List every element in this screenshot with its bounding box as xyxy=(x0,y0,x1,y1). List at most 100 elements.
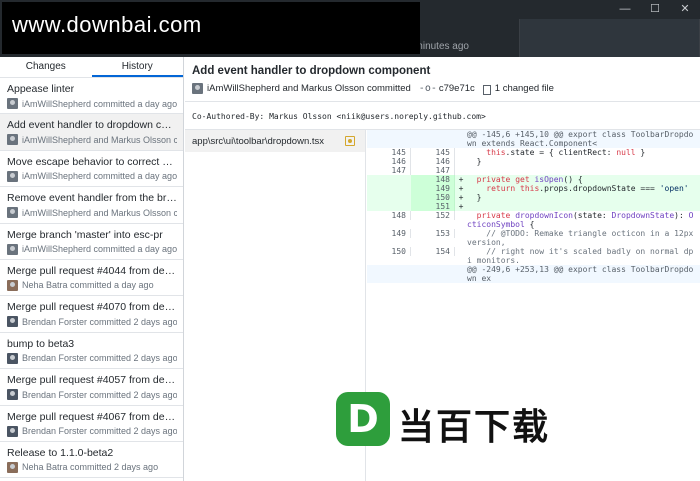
commit-meta: iAmWillShepherd committed a day ago xyxy=(7,243,177,255)
commit-author: Neha Batra committed 2 days ago xyxy=(22,462,159,473)
commit-meta: Neha Batra committed a day ago xyxy=(7,279,177,291)
commit-sha[interactable]: c79e71c xyxy=(439,83,475,94)
new-line-number: 146 xyxy=(411,157,455,166)
commit-author: Brendan Forster committed 2 days ago xyxy=(22,426,177,437)
diff-line[interactable]: 145 145 this.state = { clientRect: null } xyxy=(367,148,700,157)
diff-code: // @TODO: Remake triangle octicon in a 1… xyxy=(467,229,699,247)
window-controls: — ☐ ✕ xyxy=(610,0,700,19)
avatar xyxy=(7,243,18,255)
commit-meta: Neha Batra committed 2 days ago xyxy=(7,461,177,473)
close-button[interactable]: ✕ xyxy=(670,0,700,19)
diff-marker: + xyxy=(458,175,464,184)
commit-meta: Brendan Forster committed 2 days ago xyxy=(7,389,177,401)
commit-meta: iAmWillShepherd and Markus Olsson commit… xyxy=(192,83,554,95)
avatar xyxy=(7,316,18,328)
maximize-button[interactable]: ☐ xyxy=(640,0,670,19)
diff-line[interactable]: 146 146 } xyxy=(367,157,700,166)
diff-line[interactable]: 148 + private get isOpen() { xyxy=(367,175,700,184)
commit-list-item[interactable]: Merge pull request #4067 from desktop/..… xyxy=(0,406,183,442)
commit-title: Merge branch 'master' into esc-pr xyxy=(7,228,163,241)
diff-marker: + xyxy=(458,193,464,202)
commit-description: Co-Authored-By: Markus Olsson <niik@user… xyxy=(192,112,486,121)
avatar xyxy=(192,83,203,94)
old-line-number: 150 xyxy=(367,247,411,256)
changed-files-count: 1 changed file xyxy=(494,83,554,94)
diff-line[interactable]: 147 147 xyxy=(367,166,700,175)
diff-hunk-header[interactable]: @@ -145,6 +145,10 @@ export class Toolba… xyxy=(367,130,700,148)
commit-list-item[interactable]: Merge pull request #4044 from desktop/..… xyxy=(0,260,183,297)
new-line-number: 147 xyxy=(411,166,455,175)
commit-title: Add event handler to dropdown compon... xyxy=(7,119,177,132)
avatar xyxy=(7,389,18,401)
fetch-origin-section[interactable] xyxy=(520,19,700,57)
old-line-number: 145 xyxy=(367,148,411,157)
commit-title: Merge pull request #4067 from desktop/..… xyxy=(7,410,177,423)
commit-author: iAmWillShepherd and Markus Olsson commit… xyxy=(22,134,177,145)
diff-hunk-header[interactable]: @@ -249,6 +253,13 @@ export class Toolba… xyxy=(367,265,700,283)
commit-list-item[interactable]: Move escape behavior to correct compo...… xyxy=(0,151,183,188)
diff-marker: + xyxy=(458,184,464,193)
commit-list-item[interactable]: Merge pull request #4070 from desktop/..… xyxy=(0,296,183,333)
commit-author: iAmWillShepherd committed a day ago xyxy=(22,244,177,255)
app-toolbar: 2 minutes ago — ☐ ✕ www.downbai.com xyxy=(0,0,700,57)
diff-line[interactable]: 150 + } xyxy=(367,193,700,202)
commit-authors: iAmWillShepherd and Markus Olsson commit… xyxy=(207,83,411,94)
diff-code: this.state = { clientRect: null } xyxy=(486,148,646,157)
site-watermark: www.downbai.com xyxy=(2,2,420,54)
old-line-number: 148 xyxy=(367,211,411,220)
avatar xyxy=(7,207,18,219)
commit-meta: iAmWillShepherd committed a day ago xyxy=(7,98,177,109)
commit-list: Appease linter iAmWillShepherd committed … xyxy=(0,78,183,479)
new-line-number: 148 xyxy=(411,175,455,184)
file-list-item[interactable]: app\src\ui\toolbar\dropdown.tsx xyxy=(185,130,365,152)
commit-meta: Brendan Forster committed 2 days ago xyxy=(7,352,177,364)
history-sidebar: Changes History Appease linter iAmWillShe… xyxy=(0,57,184,481)
commit-title: Appease linter xyxy=(7,83,75,95)
commit-list-item[interactable]: Add event handler to dropdown compon... i… xyxy=(0,114,183,151)
new-line-number: 151 xyxy=(411,202,455,211)
minimize-button[interactable]: — xyxy=(610,0,640,19)
diff-line[interactable]: 149 153 // @TODO: Remake triangle octicon… xyxy=(367,229,700,247)
new-line-number: 145 xyxy=(411,148,455,157)
logo-letter: D xyxy=(347,397,379,441)
commit-title: bump to beta3 xyxy=(7,337,75,350)
commit-author: iAmWillShepherd committed a day ago xyxy=(22,171,177,182)
diff-line[interactable]: 150 154 // right now it's scaled badly on… xyxy=(367,247,700,265)
commit-summary: Add event handler to dropdown component xyxy=(192,65,431,77)
old-line-number: 147 xyxy=(367,166,411,175)
file-modified-icon xyxy=(345,136,355,146)
tab-history[interactable]: History xyxy=(91,57,183,77)
commit-title: Release to 1.1.0-beta2 xyxy=(7,446,114,459)
old-line-number: 146 xyxy=(367,157,411,166)
sidebar-tabs: Changes History xyxy=(0,57,183,78)
commit-list-item[interactable]: Release to 1.1.0-beta2 Neha Batra committ… xyxy=(0,442,183,479)
commit-title: Merge pull request #4057 from desktop/..… xyxy=(7,374,177,387)
diff-code: @@ -249,6 +253,13 @@ export class Toolba… xyxy=(467,265,694,283)
diff-code: // right now it's scaled badly on normal… xyxy=(467,247,694,265)
new-line-number: 149 xyxy=(411,184,455,193)
commit-list-item[interactable]: Appease linter iAmWillShepherd committed … xyxy=(0,78,183,115)
commit-meta: iAmWillShepherd and Markus Olsson commit… xyxy=(7,207,177,219)
avatar xyxy=(7,461,18,473)
avatar xyxy=(7,352,18,364)
commit-list-item[interactable]: Merge pull request #4057 from desktop/..… xyxy=(0,369,183,406)
diff-line[interactable]: 149 + return this.props.dropdownState ===… xyxy=(367,184,700,193)
commit-list-item[interactable]: Remove event handler from the branches..… xyxy=(0,187,183,224)
diff-line[interactable]: 148 152 private dropdownIcon(state: Dropd… xyxy=(367,211,700,229)
commit-title: Remove event handler from the branches..… xyxy=(7,192,177,205)
commit-title: Move escape behavior to correct compo... xyxy=(7,155,177,168)
commit-author: iAmWillShepherd and Markus Olsson commit… xyxy=(22,207,177,218)
new-line-number: 154 xyxy=(411,247,455,256)
file-diff-icon xyxy=(482,84,491,95)
commit-author: Brendan Forster committed 2 days ago xyxy=(22,389,177,400)
diff-code: } xyxy=(467,157,482,166)
divider xyxy=(185,101,700,102)
commit-author: iAmWillShepherd committed a day ago xyxy=(22,98,177,109)
new-line-number: 153 xyxy=(411,229,455,238)
logo-mark: D xyxy=(336,392,390,446)
diff-line[interactable]: 151 + xyxy=(367,202,700,211)
commit-list-item[interactable]: bump to beta3 Brendan Forster committed 2… xyxy=(0,333,183,370)
commit-list-item[interactable]: Merge branch 'master' into esc-pr iAmWill… xyxy=(0,224,183,260)
diff-code: } xyxy=(467,193,482,202)
tab-changes[interactable]: Changes xyxy=(0,57,92,77)
